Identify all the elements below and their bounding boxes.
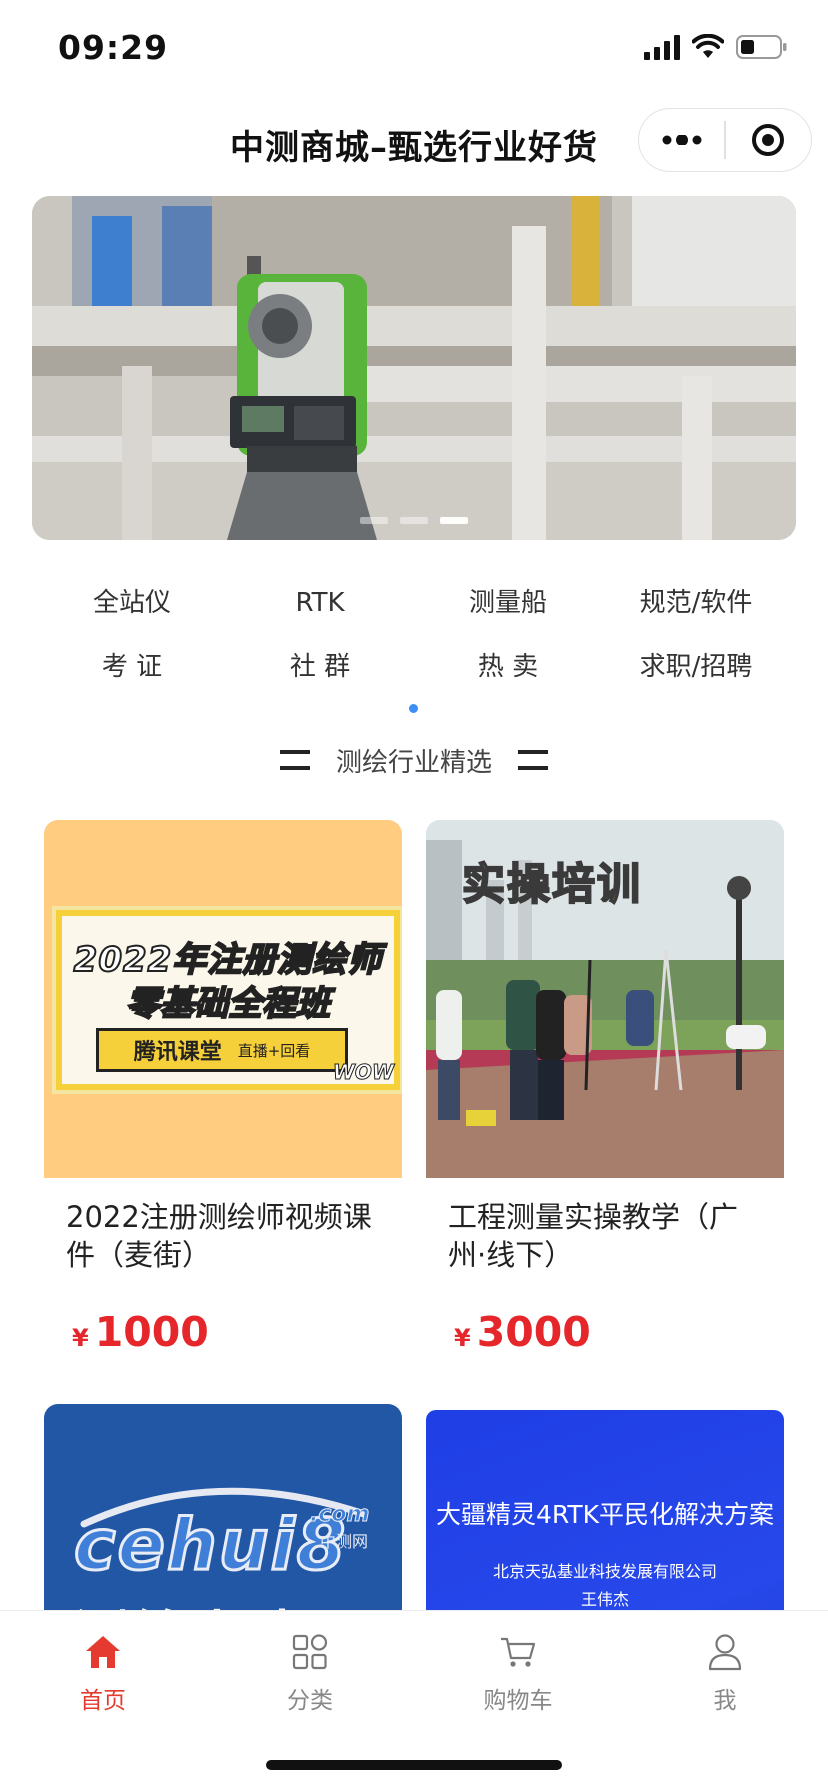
tab-home-label: 首页 xyxy=(80,1688,126,1714)
training-caption: 实操培训 xyxy=(461,859,642,911)
tab-category-label: 分类 xyxy=(287,1688,333,1714)
tab-home[interactable]: 首页 xyxy=(43,1629,163,1715)
title-bar: 中测商城–甄选行业好货 xyxy=(0,100,828,192)
banner-dot[interactable] xyxy=(400,517,428,524)
close-miniprogram-button[interactable] xyxy=(726,109,811,171)
product-image: 2022年注册测绘师 零基础全程班 腾讯课堂 直播+回看 WOW xyxy=(44,820,402,1178)
category-total-station[interactable]: 全站仪 xyxy=(38,584,226,622)
home-indicator[interactable] xyxy=(266,1760,562,1770)
category-certification[interactable]: 考 证 xyxy=(38,648,226,686)
course-poster: 2022年注册测绘师 零基础全程班 腾讯课堂 直播+回看 WOW xyxy=(52,906,402,1094)
user-icon xyxy=(665,1629,785,1675)
currency-symbol: ¥ xyxy=(72,1324,89,1352)
poster-badge-sub: 直播+回看 xyxy=(237,1041,311,1060)
tab-category[interactable]: 分类 xyxy=(250,1629,370,1715)
banner-carousel[interactable] xyxy=(32,196,796,540)
tab-cart[interactable]: 购物车 xyxy=(458,1629,578,1715)
category-grid: 全站仪 RTK 测量船 规范/软件 考 证 社 群 热 卖 求职/招聘 xyxy=(38,584,790,686)
banner-image xyxy=(32,196,796,540)
product-card[interactable]: 实操培训 工程测量实操教学（广州·线下） ¥ 3000 xyxy=(426,820,784,1356)
more-options-button[interactable] xyxy=(639,109,724,171)
slide-company: 北京天弘基业科技发展有限公司 xyxy=(492,1562,717,1581)
category-community[interactable]: 社 群 xyxy=(226,648,414,686)
poster-line2: 零基础全程班 xyxy=(125,983,331,1025)
banner-pagination xyxy=(32,517,796,524)
mini-program-screen: 09:29 中测商城–甄选行业好货 全站仪 RTK 测量船 规范/软件 考 证 … xyxy=(0,0,828,1792)
category-jobs[interactable]: 求职/招聘 xyxy=(602,648,790,686)
poster-wow: WOW xyxy=(332,1060,394,1085)
section-header: 测绘行业精选 xyxy=(0,740,828,780)
wifi-icon xyxy=(692,34,724,60)
slide-presenter: 王伟杰 xyxy=(580,1590,629,1609)
category-page-indicator xyxy=(409,704,418,713)
category-survey-boat[interactable]: 测量船 xyxy=(414,584,602,622)
cart-icon xyxy=(458,1629,578,1675)
logo-domain: .com xyxy=(309,1502,370,1528)
logo-subtitle: 中测网 xyxy=(320,1532,369,1551)
cellular-signal-icon xyxy=(644,34,680,60)
section-title: 测绘行业精选 xyxy=(335,747,492,778)
target-icon xyxy=(752,124,785,156)
section-decoration-right xyxy=(518,750,548,770)
tab-cart-label: 购物车 xyxy=(483,1688,553,1714)
capsule-menu xyxy=(638,108,812,172)
slide-headline: 大疆精灵4RTK平民化解决方案 xyxy=(435,1500,775,1529)
tab-profile[interactable]: 我 xyxy=(665,1629,785,1715)
status-icons xyxy=(644,34,788,60)
bottom-tab-bar: 首页 分类 购物车 我 xyxy=(0,1610,828,1792)
poster-badge-label: 腾讯课堂 xyxy=(133,1040,222,1065)
battery-icon xyxy=(736,34,788,60)
product-title[interactable]: 2022注册测绘师视频课件（麦街） xyxy=(66,1198,380,1274)
status-bar: 09:29 xyxy=(0,0,828,100)
poster-line1: 2022年注册测绘师 xyxy=(73,939,383,981)
product-card[interactable]: 2022年注册测绘师 零基础全程班 腾讯课堂 直播+回看 WOW 2022注册测… xyxy=(44,820,402,1356)
status-time: 09:29 xyxy=(58,28,169,67)
cehui8-logo: cehui8 xyxy=(72,1503,348,1588)
section-decoration-left xyxy=(279,750,310,770)
price-amount: 3000 xyxy=(476,1308,591,1356)
product-price: ¥ 3000 xyxy=(454,1308,784,1356)
product-price: ¥ 1000 xyxy=(72,1308,402,1356)
banner-dot-active[interactable] xyxy=(440,517,468,524)
poster-badge: 腾讯课堂 直播+回看 xyxy=(96,1028,348,1072)
home-icon xyxy=(43,1629,163,1675)
price-amount: 1000 xyxy=(94,1308,209,1356)
category-standards-software[interactable]: 规范/软件 xyxy=(602,584,790,622)
category-rtk[interactable]: RTK xyxy=(226,584,414,622)
currency-symbol: ¥ xyxy=(454,1324,471,1352)
product-image: 实操培训 xyxy=(426,820,784,1178)
banner-dot[interactable] xyxy=(360,517,388,524)
tab-profile-label: 我 xyxy=(713,1688,737,1714)
product-title[interactable]: 工程测量实操教学（广州·线下） xyxy=(448,1198,762,1274)
category-hot-sale[interactable]: 热 卖 xyxy=(414,648,602,686)
category-icon xyxy=(250,1629,370,1675)
more-dots-icon xyxy=(662,135,702,145)
